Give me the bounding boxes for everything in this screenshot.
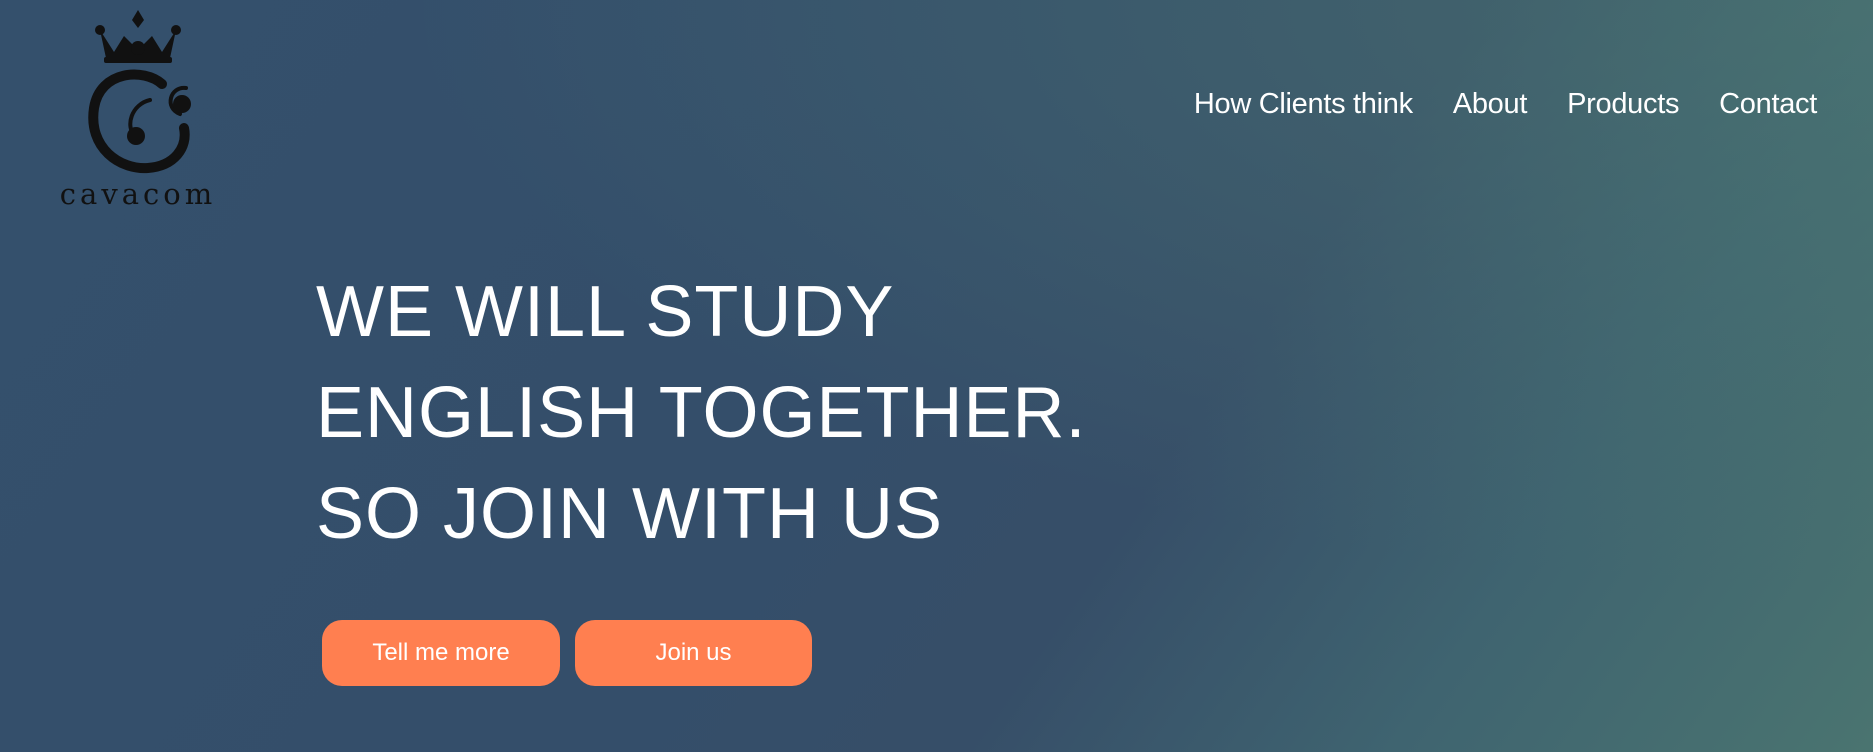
- brand-logo[interactable]: cavacom: [58, 8, 218, 213]
- crown-c-monogram-icon: [88, 10, 191, 174]
- hero-line: SO JOIN WITH US: [316, 474, 943, 554]
- hero-line: ENGLISH TOGETHER.: [316, 373, 1087, 453]
- tell-me-more-button[interactable]: Tell me more: [322, 620, 560, 686]
- hero-heading: WE WILL STUDY ENGLISH TOGETHER. SO JOIN …: [316, 262, 1216, 565]
- hero-line: WE WILL STUDY: [316, 272, 895, 352]
- main-nav: How Clients think About Products Contact: [1194, 90, 1817, 119]
- join-us-button[interactable]: Join us: [575, 620, 812, 686]
- nav-link-contact[interactable]: Contact: [1719, 90, 1817, 119]
- page: cavacom How Clients think About Products…: [0, 0, 1873, 752]
- nav-link-how-clients-think[interactable]: How Clients think: [1194, 90, 1413, 119]
- nav-link-products[interactable]: Products: [1567, 90, 1679, 119]
- brand-name: cavacom: [59, 177, 217, 211]
- nav-link-about[interactable]: About: [1453, 90, 1528, 119]
